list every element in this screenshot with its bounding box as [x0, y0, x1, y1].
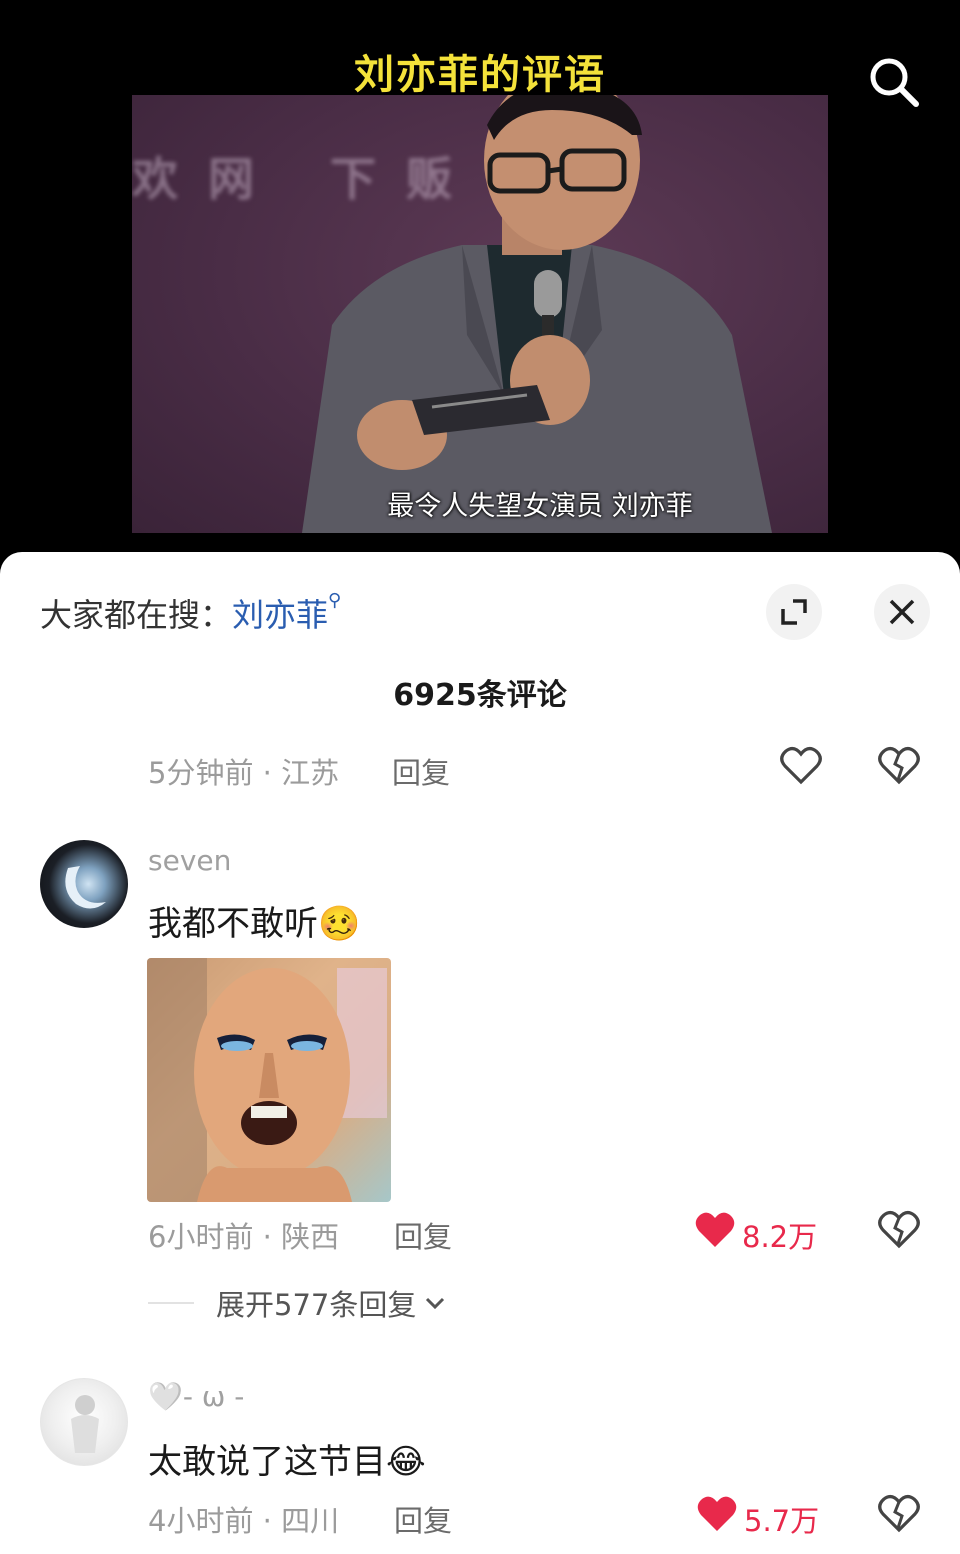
close-sheet-button[interactable]	[874, 584, 930, 640]
comment-text-body: 我都不敢听	[148, 904, 318, 944]
liked-heart-icon[interactable]	[694, 1210, 736, 1254]
comment-username[interactable]: seven	[148, 844, 231, 877]
close-icon	[889, 599, 915, 625]
comment-text: 太敢说了这节目😂	[148, 1434, 426, 1483]
emoji-icon: 🥴	[318, 904, 361, 944]
moon-icon	[65, 866, 106, 909]
emoji-icon: 😂	[386, 1442, 426, 1482]
search-suggestion-prefix: 大家都在搜：	[40, 596, 233, 634]
like-count: 5.7万	[744, 1504, 820, 1538]
search-icon[interactable]	[864, 52, 924, 112]
video-subtitle: 最令人失望女演员 刘亦菲	[387, 491, 693, 522]
chevron-down-icon	[426, 1297, 445, 1310]
dislike-icon[interactable]	[878, 746, 920, 790]
expand-replies-label: 展开577条回复	[216, 1288, 417, 1322]
comment-text: 我都不敢听🥴	[148, 896, 360, 945]
dislike-icon[interactable]	[878, 1494, 920, 1538]
reply-button[interactable]: 回复	[392, 750, 450, 792]
video-player[interactable]: 刘亦菲的评语 欢网 下贩 最令人失望女演员 刘亦菲	[0, 0, 960, 560]
sketch-figure-icon	[71, 1395, 99, 1453]
video-frame: 欢网 下贩 最令人失望女演员 刘亦菲	[132, 95, 828, 533]
like-count: 8.2万	[742, 1220, 818, 1254]
reply-button[interactable]: 回复	[394, 1214, 452, 1256]
comment-meta: 5分钟前 · 江苏	[148, 756, 340, 790]
comment-text-body: 太敢说了这节目	[148, 1442, 386, 1482]
liked-heart-icon[interactable]	[696, 1494, 738, 1538]
presenter-figure	[302, 95, 772, 533]
comment-meta: 4小时前 · 四川	[148, 1504, 340, 1538]
expand-sheet-button[interactable]	[766, 584, 822, 640]
meme-face-image	[147, 958, 387, 1202]
search-suggestion-keyword[interactable]: 刘亦菲	[232, 596, 328, 634]
search-suggestion[interactable]: 大家都在搜：刘亦菲⚲	[40, 590, 341, 636]
comment-sheet: 大家都在搜：刘亦菲⚲ 6925条评论 5分钟前 · 江苏 回复 seven 我都…	[0, 552, 960, 1554]
dislike-icon[interactable]	[878, 1210, 920, 1254]
mini-search-icon: ⚲	[328, 590, 342, 611]
avatar[interactable]	[40, 840, 128, 928]
comment-meta: 6小时前 · 陕西	[148, 1220, 340, 1254]
expand-icon	[781, 599, 807, 625]
comment-username[interactable]: 🤍- ω -	[148, 1380, 244, 1413]
divider-line	[148, 1302, 194, 1304]
avatar[interactable]	[40, 1378, 128, 1466]
video-title: 刘亦菲的评语	[354, 52, 606, 98]
comment-count-title: 6925条评论	[393, 678, 567, 713]
comment-image[interactable]	[147, 958, 391, 1202]
like-icon[interactable]	[780, 746, 822, 790]
reply-button[interactable]: 回复	[394, 1498, 452, 1540]
expand-replies-button[interactable]: 展开577条回复	[148, 1282, 448, 1324]
